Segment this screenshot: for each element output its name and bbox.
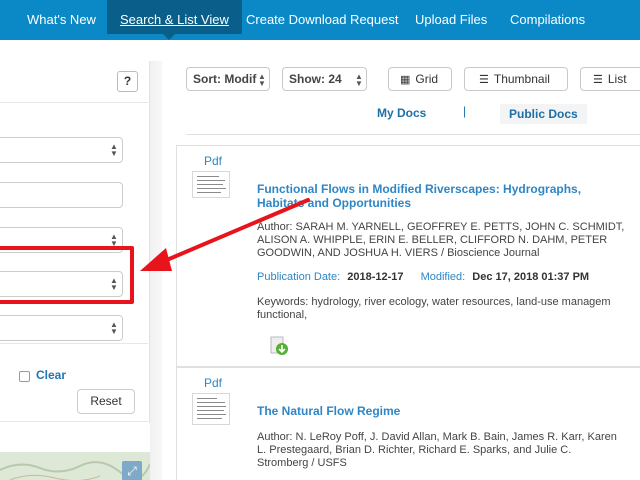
result-title-link[interactable]: The Natural Flow Regime <box>257 404 627 418</box>
doc-scope-tabs: My Docs | Public Docs <box>186 97 640 135</box>
filter-select-1[interactable]: ▲ ▼ <box>0 137 123 163</box>
divider <box>0 343 148 344</box>
app-root: What's New Search & List View Create Dow… <box>0 0 640 480</box>
file-type-label: Pdf <box>204 154 223 168</box>
modified-label: Modified: <box>420 271 466 283</box>
reset-button[interactable]: Reset <box>77 389 135 414</box>
tab-separator: | <box>463 104 467 118</box>
select-arrows-icon: ▲ ▼ <box>110 320 118 336</box>
result-dates: Publication Date: 2018-12-17 Modified: D… <box>257 271 589 283</box>
file-type-label: Pdf <box>204 376 223 390</box>
nav-tab-whats-new[interactable]: What's New <box>27 0 96 34</box>
help-button[interactable]: ? <box>117 71 138 92</box>
select-arrows-icon: ▲ ▼ <box>110 232 118 248</box>
top-nav-bar: What's New Search & List View Create Dow… <box>0 0 640 40</box>
nav-tab-upload-files[interactable]: Upload Files <box>415 0 487 34</box>
nav-tab-create-download-request[interactable]: Create Download Request <box>246 0 398 34</box>
show-count-value: Show: 24 <box>289 72 342 86</box>
divider <box>0 421 148 422</box>
grid-view-button[interactable]: ▦ Grid <box>388 67 452 91</box>
grid-icon: ▦ <box>400 74 411 86</box>
annotation-highlight-box <box>0 246 134 304</box>
thumbnail-list-icon: ☰ <box>479 74 489 86</box>
grid-view-label: Grid <box>415 72 439 86</box>
filter-text-input[interactable] <box>0 182 123 208</box>
result-title-link[interactable]: Functional Flows in Modified Riverscapes… <box>257 182 627 210</box>
result-author-line: Author: SARAH M. YARNELL, GEOFFREY E. PE… <box>257 221 625 233</box>
result-author-line: Stromberg / USFS <box>257 457 347 469</box>
publication-date-label: Publication Date: <box>257 271 341 283</box>
filter-select-3[interactable]: ▲ ▼ <box>0 315 123 341</box>
nav-tab-search-list-view[interactable]: Search & List View <box>107 0 242 34</box>
select-arrows-icon: ▲ ▼ <box>110 142 118 158</box>
sort-select[interactable]: Sort: Modif ▲ ▼ <box>186 67 270 91</box>
result-author-line: ALISON A. WHIPPLE, ERIN E. BELLER, CLIFF… <box>257 234 608 246</box>
thumbnail-view-label: Thumbnail <box>493 72 550 86</box>
active-tab-caret-icon <box>162 33 176 40</box>
select-arrows-icon: ▲ ▼ <box>355 72 363 88</box>
result-keywords-line: functional, <box>257 309 308 321</box>
result-keywords-line: Keywords: hydrology, river ecology, wate… <box>257 296 611 308</box>
tab-public-docs[interactable]: Public Docs <box>500 104 587 124</box>
select-arrows-icon: ▲ ▼ <box>258 72 266 88</box>
document-thumbnail[interactable] <box>192 393 230 425</box>
divider <box>0 102 148 103</box>
sort-select-value: Sort: Modif <box>193 72 257 86</box>
list-view-label: List <box>607 72 627 86</box>
result-author-line: L. Prestegaard, Brian D. Richter, Richar… <box>257 444 572 456</box>
expand-icon[interactable]: ⤢ <box>122 461 142 480</box>
publication-date-value: 2018-12-17 <box>347 271 404 283</box>
list-view-button[interactable]: ☰ List <box>580 67 640 91</box>
clear-link[interactable]: Clear <box>36 368 66 382</box>
result-author-line: GOODWIN, AND JOSHUA H. VIERS / Bioscienc… <box>257 247 540 259</box>
modified-value: Dec 17, 2018 01:37 PM <box>472 271 590 283</box>
result-author-line: Author: N. LeRoy Poff, J. David Allan, M… <box>257 431 617 443</box>
panel-shadow <box>150 61 162 480</box>
clear-checkbox[interactable] <box>19 371 30 382</box>
map-preview[interactable]: ⤢ <box>0 452 150 480</box>
show-count-select[interactable]: Show: 24 ▲ ▼ <box>282 67 367 91</box>
thumbnail-view-button[interactable]: ☰ Thumbnail <box>464 67 568 91</box>
document-thumbnail[interactable] <box>192 171 230 198</box>
nav-tab-compilations[interactable]: Compilations <box>510 0 585 34</box>
tab-my-docs[interactable]: My Docs <box>377 106 426 120</box>
result-card: Pdf Functional Flows in Modified Riversc… <box>176 145 640 367</box>
download-icon[interactable] <box>269 336 289 356</box>
list-icon: ☰ <box>593 74 603 86</box>
result-card: Pdf The Natural Flow Regime Author: N. L… <box>176 367 640 480</box>
